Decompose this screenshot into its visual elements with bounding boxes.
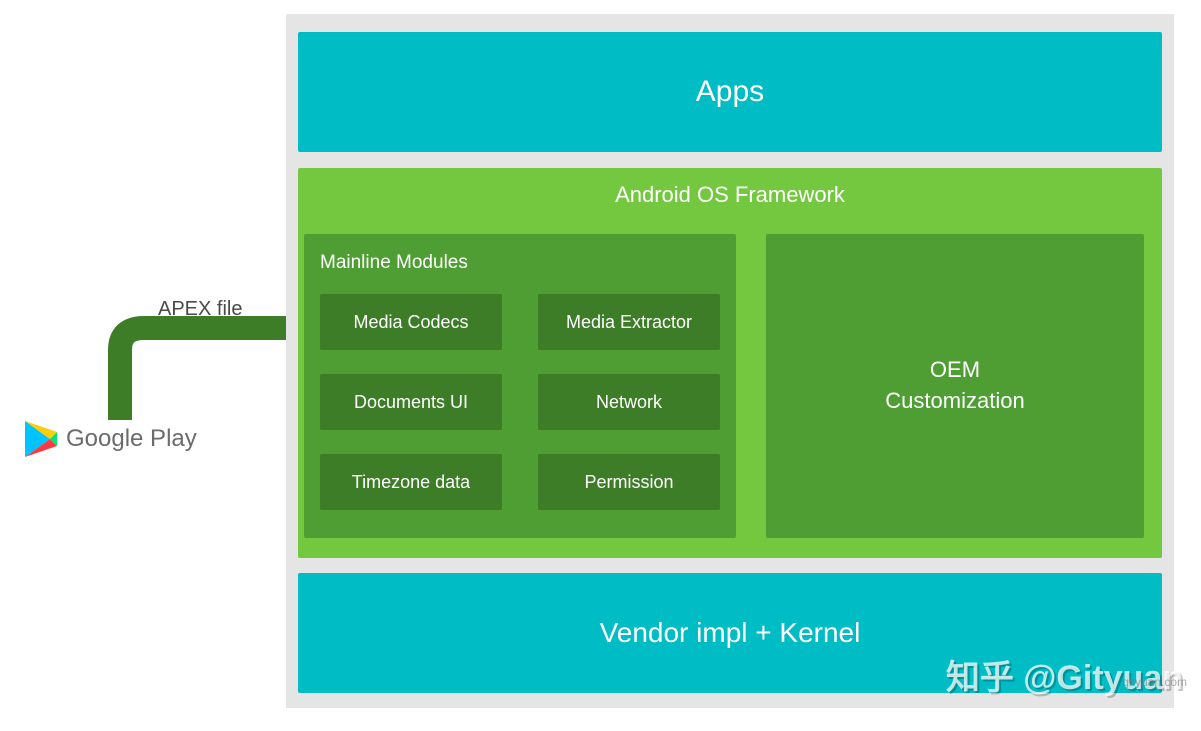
mainline-modules-grid: Media Codecs Media Extractor Documents U… [320,294,720,510]
apps-layer-label: Apps [696,75,764,109]
module-media-extractor: Media Extractor [538,294,720,350]
mainline-modules-box: Mainline Modules Media Codecs Media Extr… [304,234,736,538]
vendor-kernel-layer: Vendor impl + Kernel [298,573,1162,693]
module-permission: Permission [538,454,720,510]
module-documents-ui: Documents UI [320,374,502,430]
mainline-modules-title: Mainline Modules [320,252,720,274]
apps-layer: Apps [298,32,1162,152]
module-media-codecs: Media Codecs [320,294,502,350]
google-play-icon [24,420,58,458]
module-timezone-data: Timezone data [320,454,502,510]
oem-customization-box: OEM Customization [766,234,1144,538]
vendor-kernel-label: Vendor impl + Kernel [600,617,861,649]
framework-layer: Android OS Framework Mainline Modules Me… [298,168,1162,558]
framework-body: Mainline Modules Media Codecs Media Extr… [304,234,1144,538]
google-play-label: Google Play [66,425,197,453]
framework-title: Android OS Framework [298,168,1162,208]
architecture-stage: Apps Android OS Framework Mainline Modul… [286,14,1174,708]
module-network: Network [538,374,720,430]
oem-customization-label: OEM Customization [885,355,1024,417]
